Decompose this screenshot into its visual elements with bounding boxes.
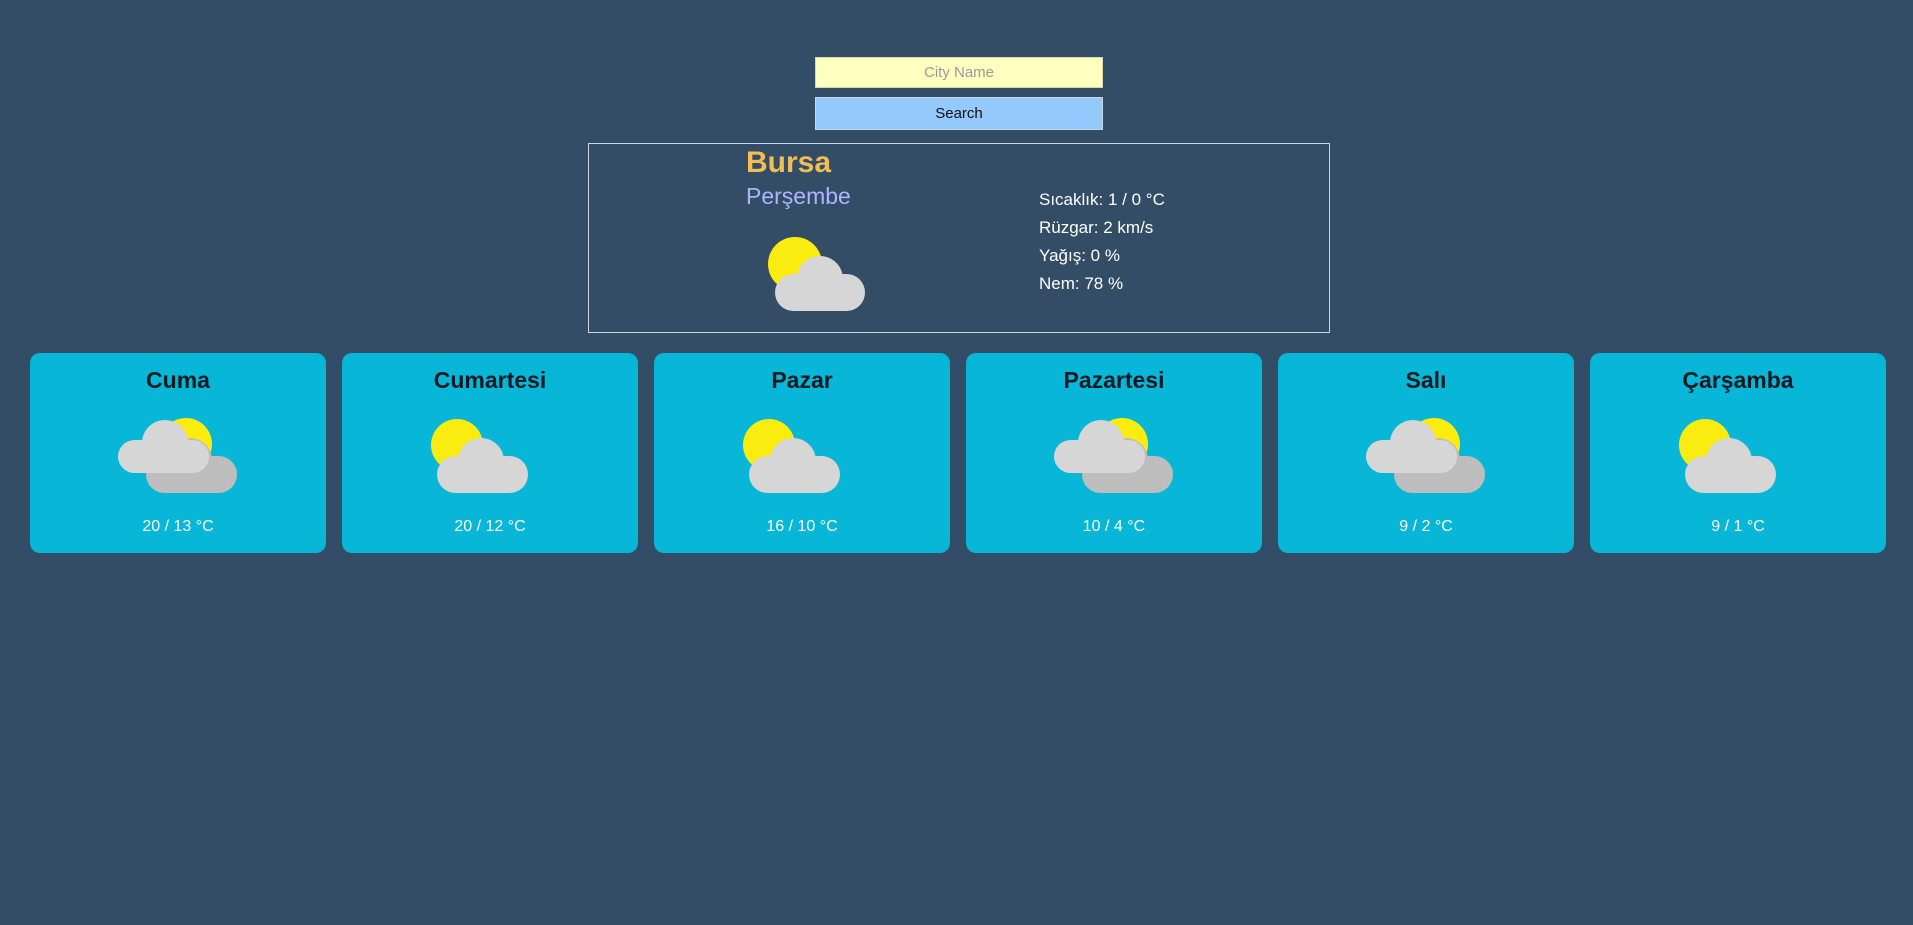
forecast-card: Pazar 16 / 10 °C [654,353,950,553]
forecast-temps: 16 / 10 °C [766,518,838,535]
forecast-temps: 10 / 4 °C [1082,518,1146,535]
forecast-temps: 20 / 12 °C [454,518,526,535]
forecast-day: Pazartesi [1063,367,1165,393]
sun-behind-cloud-icon [430,416,550,501]
current-day: Perşembe [746,183,851,209]
forecast-day: Çarşamba [1682,367,1794,393]
wind-text: Rüzgar: 2 km/s [1039,218,1154,237]
sun-behind-cloud-icon [1678,416,1798,501]
forecast-temps: 20 / 13 °C [142,518,214,535]
forecast-card: Cuma 20 / 13 °C [30,353,326,553]
sun-behind-cloud-icon [767,234,867,319]
forecast-card: Salı 9 / 2 °C [1278,353,1574,553]
forecast-card: Çarşamba 9 / 1 °C [1590,353,1886,553]
city-search-input[interactable] [815,57,1103,88]
current-weather-panel: Bursa Perşembe Sıcaklık: 1 / 0 °C Rüzgar… [588,143,1330,333]
temperature-text: Sıcaklık: 1 / 0 °C [1039,190,1165,209]
city-name: Bursa [746,146,832,179]
weather-details: Sıcaklık: 1 / 0 °C Rüzgar: 2 km/s Yağış:… [1039,186,1165,298]
sun-behind-cloud-icon [742,416,862,501]
humidity-text: Nem: 78 % [1039,274,1124,293]
forecast-temps: 9 / 1 °C [1711,518,1765,535]
precipitation-text: Yağış: 0 % [1039,246,1120,265]
forecast-day: Cuma [146,367,210,393]
forecast-temps: 9 / 2 °C [1399,518,1453,535]
partly-cloudy-icon [1054,416,1174,501]
partly-cloudy-icon [118,416,238,501]
forecast-day: Cumartesi [433,367,547,393]
forecast-card: Cumartesi 20 / 12 °C [342,353,638,553]
forecast-card: Pazartesi 10 / 4 °C [966,353,1262,553]
forecast-day: Pazar [771,367,833,393]
forecast-day: Salı [1405,367,1447,393]
search-button[interactable]: Search [815,97,1103,130]
partly-cloudy-icon [1366,416,1486,501]
